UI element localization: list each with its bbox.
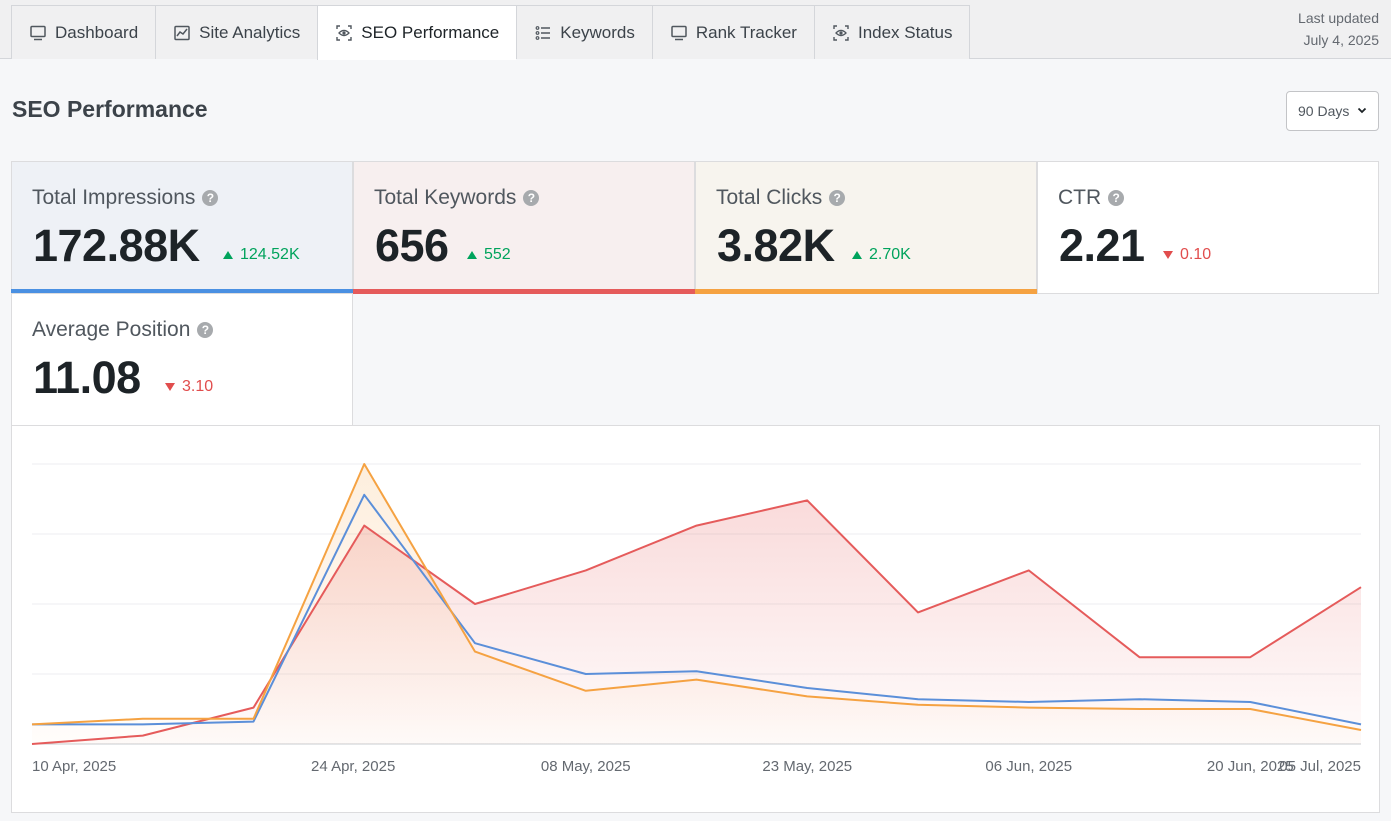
x-tick-label: 08 May, 2025	[541, 758, 631, 775]
tab-rank-tracker[interactable]: Rank Tracker	[651, 5, 814, 59]
monitor-icon	[670, 24, 688, 42]
metric-value: 3.82K	[717, 220, 835, 271]
arrow-up-icon	[223, 251, 233, 259]
metric-delta-value: 3.10	[182, 378, 214, 395]
x-tick-label: 05 Jul, 2025	[1279, 758, 1361, 775]
eye-scan-icon	[335, 24, 353, 42]
chart-line-icon	[173, 24, 191, 42]
chart-svg: 10 Apr, 2025 24 Apr, 2025 08 May, 2025 23 M…	[31, 463, 1362, 775]
tab-label: SEO Performance	[361, 23, 500, 42]
metric-label: Total Impressions?	[32, 186, 219, 210]
metric-delta: 552	[467, 246, 511, 264]
metric-label: Total Keywords?	[374, 186, 540, 210]
help-icon[interactable]: ?	[523, 190, 540, 206]
tab-dashboard[interactable]: Dashboard	[11, 5, 156, 59]
metric-value: 11.08	[33, 352, 141, 403]
help-icon[interactable]: ?	[829, 190, 846, 206]
chevron-down-icon	[1357, 107, 1367, 114]
x-tick-label: 10 Apr, 2025	[32, 758, 116, 775]
date-range-value: 90 Days	[1298, 103, 1350, 119]
date-range-select[interactable]: 90 Days	[1286, 91, 1379, 131]
tab-site-analytics[interactable]: Site Analytics	[155, 5, 318, 59]
metric-label-text: Total Clicks	[716, 186, 823, 209]
page-title: SEO Performance	[12, 96, 208, 122]
metric-value: 2.21	[1059, 220, 1145, 271]
metric-delta-value: 0.10	[1180, 246, 1212, 263]
metric-card-average-position[interactable]: Average Position? 11.08 3.10	[11, 293, 353, 426]
tab-label: Index Status	[857, 22, 953, 42]
last-updated: Last updated July 4, 2025	[1298, 7, 1379, 51]
arrow-down-icon	[1163, 251, 1173, 259]
metric-label-text: Total Keywords	[374, 186, 517, 209]
metric-delta: 2.70K	[852, 246, 911, 264]
metric-accent-bar	[353, 289, 695, 294]
arrow-up-icon	[852, 251, 862, 259]
metric-card-total-impressions[interactable]: Total Impressions? 172.88K 124.52K	[11, 161, 353, 294]
metric-label: Total Clicks?	[716, 186, 846, 210]
eye-scan-icon	[832, 24, 850, 42]
tab-seo-performance[interactable]: SEO Performance	[317, 5, 517, 60]
tab-keywords[interactable]: Keywords	[516, 5, 652, 59]
metric-accent-bar	[695, 289, 1037, 294]
monitor-icon	[29, 24, 47, 42]
metric-delta-value: 2.70K	[869, 246, 911, 263]
arrow-down-icon	[165, 383, 175, 391]
tab-label: Keywords	[560, 22, 635, 42]
list-icon	[534, 24, 552, 42]
series-area	[32, 500, 1361, 744]
metric-label-text: CTR	[1058, 186, 1102, 209]
tab-label: Site Analytics	[199, 22, 301, 42]
x-tick-label: 06 Jun, 2025	[985, 758, 1072, 775]
nav-tabs: Dashboard Site Analytics SEO Performance Ke…	[11, 5, 971, 60]
metric-label: Average Position?	[32, 318, 214, 342]
metric-delta: 0.10	[1163, 246, 1211, 264]
tab-label: Rank Tracker	[695, 22, 797, 42]
last-updated-date: July 4, 2025	[1303, 32, 1380, 48]
metric-card-total-keywords[interactable]: Total Keywords? 656 552	[353, 161, 695, 294]
metric-label-text: Average Position	[32, 318, 191, 341]
metric-delta-value: 124.52K	[240, 246, 300, 263]
metric-delta-value: 552	[484, 246, 511, 263]
arrow-up-icon	[467, 251, 477, 259]
metric-card-total-clicks[interactable]: Total Clicks? 3.82K 2.70K	[695, 161, 1037, 294]
help-icon[interactable]: ?	[202, 190, 219, 206]
x-tick-label: 23 May, 2025	[762, 758, 852, 775]
last-updated-label: Last updated	[1298, 10, 1379, 26]
tab-label: Dashboard	[55, 22, 139, 42]
metric-value: 656	[375, 220, 449, 271]
metric-delta: 124.52K	[223, 246, 300, 264]
x-tick-label: 24 Apr, 2025	[311, 758, 395, 775]
metric-value: 172.88K	[33, 220, 200, 271]
tab-index-status[interactable]: Index Status	[813, 5, 971, 59]
help-icon[interactable]: ?	[1108, 190, 1125, 206]
metric-label-text: Total Impressions	[32, 186, 196, 209]
metric-label: CTR?	[1058, 186, 1125, 210]
performance-chart: 10 Apr, 2025 24 Apr, 2025 08 May, 2025 23 M…	[11, 425, 1380, 813]
metric-card-ctr[interactable]: CTR? 2.21 0.10	[1037, 161, 1379, 294]
top-tab-bar: Dashboard Site Analytics SEO Performance Ke…	[0, 0, 1391, 60]
metric-delta: 3.10	[165, 378, 213, 396]
help-icon[interactable]: ?	[197, 322, 214, 338]
